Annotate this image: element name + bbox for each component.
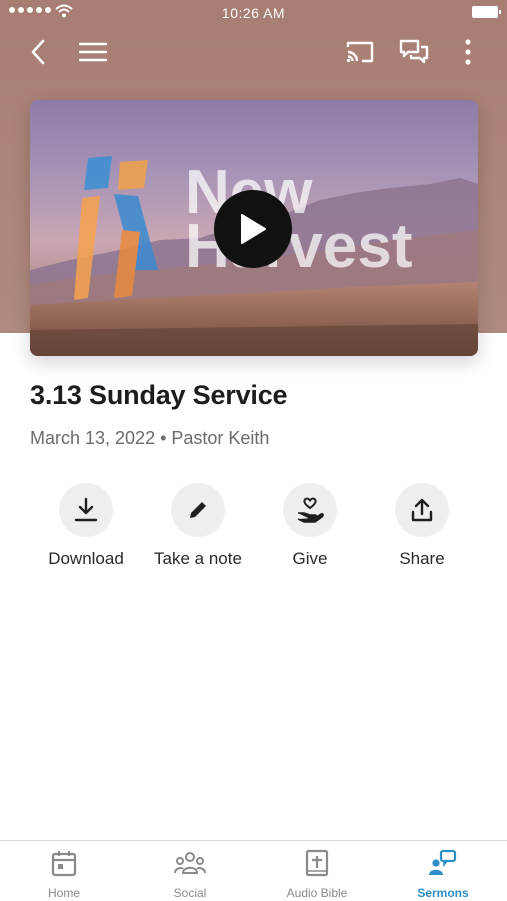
play-icon — [241, 214, 266, 244]
back-button[interactable] — [22, 36, 54, 68]
sermons-icon — [429, 849, 457, 875]
menu-button[interactable] — [77, 36, 109, 68]
chat-button[interactable] — [398, 36, 430, 68]
download-icon — [74, 497, 98, 522]
sermon-meta: March 13, 2022 • Pastor Keith — [30, 428, 270, 448]
download-circle — [59, 483, 113, 537]
bible-icon — [305, 849, 329, 877]
give-label: Give — [292, 549, 328, 568]
tab-sermons-label: Sermons — [417, 886, 469, 900]
share-button[interactable]: Share — [362, 483, 482, 569]
tab-audio-bible[interactable]: Audio Bible — [257, 849, 377, 900]
download-label: Download — [48, 549, 124, 568]
give-circle — [283, 483, 337, 537]
status-time: 10:26 AM — [221, 5, 286, 21]
battery-icon — [472, 6, 501, 18]
hamburger-menu-icon — [79, 42, 107, 62]
tab-home[interactable]: Home — [4, 849, 124, 900]
more-vertical-icon — [465, 39, 471, 65]
give-hand-heart-icon — [297, 497, 324, 523]
status-bar: 10:26 AM — [0, 0, 507, 26]
tab-social-label: Social — [173, 886, 207, 900]
sermon-title: 3.13 Sunday Service — [30, 380, 288, 410]
take-note-button[interactable]: Take a note — [138, 483, 258, 569]
video-player[interactable]: New Harvest — [30, 100, 478, 356]
take-note-label: Take a note — [154, 549, 242, 568]
cast-icon — [346, 41, 374, 63]
more-options-button[interactable] — [452, 36, 484, 68]
cast-button[interactable] — [344, 36, 376, 68]
tab-sermons[interactable]: Sermons — [383, 849, 503, 900]
play-button[interactable] — [214, 190, 292, 268]
take-note-circle — [171, 483, 225, 537]
chevron-left-icon — [31, 39, 45, 65]
share-label: Share — [399, 549, 445, 568]
share-circle — [395, 483, 449, 537]
calendar-icon — [51, 851, 77, 877]
tab-audio-bible-label: Audio Bible — [286, 886, 348, 900]
give-button[interactable]: Give — [250, 483, 370, 569]
share-upload-icon — [411, 498, 433, 522]
people-group-icon — [174, 852, 206, 874]
download-button[interactable]: Download — [26, 483, 146, 569]
bottom-tab-bar: Home Social Audio Bible Sermons — [0, 840, 507, 901]
pencil-icon — [190, 502, 206, 518]
tab-social[interactable]: Social — [130, 849, 250, 900]
tab-home-label: Home — [47, 886, 80, 900]
chat-bubbles-icon — [399, 39, 429, 64]
